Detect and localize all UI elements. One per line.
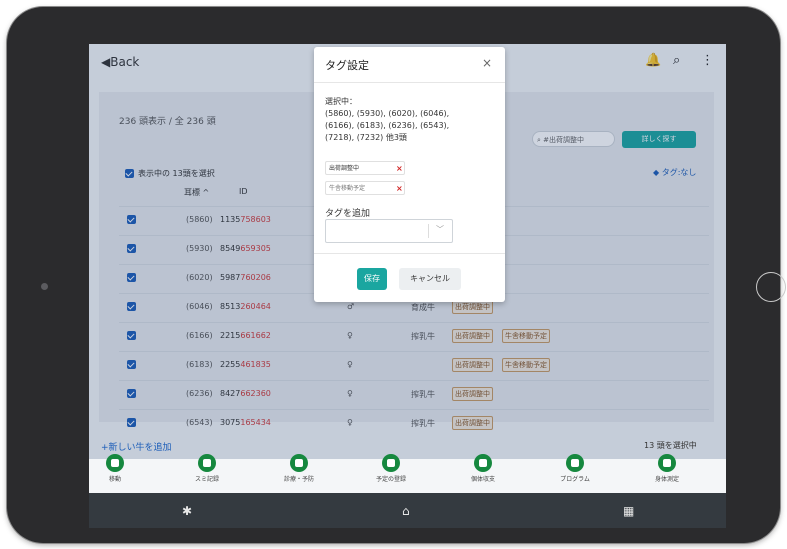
home-icon[interactable]: ⌂	[402, 504, 410, 518]
footer-nav: ✱ ⌂ ▦	[89, 493, 726, 528]
settings-icon[interactable]: ✱	[182, 504, 192, 518]
action-icon	[106, 454, 124, 472]
divider	[314, 253, 505, 254]
action-button[interactable]: 身体測定	[637, 454, 697, 483]
add-tag-label: タグを追加	[325, 209, 371, 219]
screen: ◀Back 🔔 ⌕ ⋮ 236 頭表示 / 全 236 頭 ⌕ #出荷調整中 詳…	[89, 44, 726, 528]
tag-chip-label: 牛舎移動予定	[329, 185, 366, 192]
action-label: 移動	[108, 476, 121, 483]
action-label: 個体収支	[470, 476, 495, 483]
action-icon	[658, 454, 676, 472]
action-label: スミ記録	[194, 476, 219, 483]
app-page: ◀Back 🔔 ⌕ ⋮ 236 頭表示 / 全 236 頭 ⌕ #出荷調整中 詳…	[89, 44, 726, 528]
close-icon[interactable]: ×	[482, 56, 492, 70]
action-button[interactable]: 個体収支	[453, 454, 513, 483]
action-icon	[382, 454, 400, 472]
action-button[interactable]: プログラム	[545, 454, 605, 483]
action-icon	[198, 454, 216, 472]
tag-settings-dialog: タグ設定 × 選択中： (5860), (5930), (6020), (604…	[314, 47, 505, 302]
selected-cows-text: 選択中： (5860), (5930), (6020), (6046), (61…	[325, 96, 495, 144]
action-label: プログラム	[560, 476, 590, 483]
tag-chip: 牛舎移動予定 ×	[325, 181, 405, 195]
action-button[interactable]: スミ記録	[177, 454, 237, 483]
save-button[interactable]: 保存	[357, 268, 387, 290]
add-tag-select[interactable]: ﹀	[325, 219, 453, 243]
remove-tag-icon[interactable]: ×	[396, 182, 403, 196]
remove-tag-icon[interactable]: ×	[396, 162, 403, 176]
select-divider	[428, 224, 429, 238]
calendar-icon[interactable]: ▦	[623, 504, 634, 518]
action-label: 身体測定	[654, 476, 679, 483]
tag-chip-label: 出荷調整中	[329, 165, 360, 172]
tablet-frame: ◀Back 🔔 ⌕ ⋮ 236 頭表示 / 全 236 頭 ⌕ #出荷調整中 詳…	[7, 7, 786, 543]
selected-text: 選択中： (5860), (5930), (6020), (6046), (61…	[325, 97, 450, 142]
action-button[interactable]: 診療・予防	[269, 454, 329, 483]
home-button[interactable]	[756, 272, 786, 302]
chevron-down-icon: ﹀	[436, 225, 444, 234]
cancel-button[interactable]: キャンセル	[399, 268, 461, 290]
selected-count: 13 頭を選択中	[644, 441, 697, 450]
action-icon	[290, 454, 308, 472]
action-icon	[566, 454, 584, 472]
action-icon	[474, 454, 492, 472]
camera	[41, 283, 48, 290]
divider	[314, 82, 505, 83]
tag-chip: 出荷調整中 ×	[325, 161, 405, 175]
action-label: 診療・予防	[283, 476, 314, 483]
action-button[interactable]: 予定の登録	[361, 454, 421, 483]
action-button[interactable]: 移動	[89, 454, 145, 483]
action-label: 予定の登録	[375, 476, 406, 483]
dialog-title: タグ設定	[325, 59, 369, 72]
add-cow-link[interactable]: +新しい牛を追加	[101, 440, 172, 453]
